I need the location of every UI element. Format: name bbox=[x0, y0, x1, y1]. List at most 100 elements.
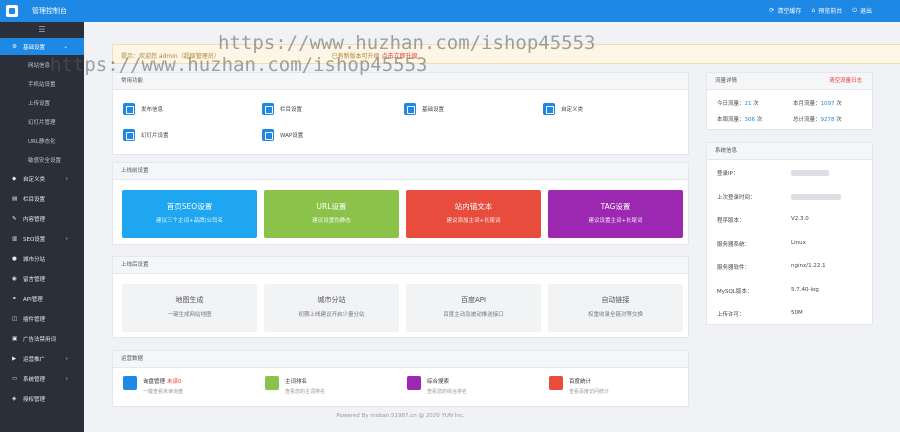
tag-icon: ◆ bbox=[12, 176, 17, 182]
sidebar-subitem[interactable]: 网站信息 bbox=[0, 55, 84, 74]
quick-label: WAP设置 bbox=[280, 133, 304, 139]
sidebar-subitem[interactable]: 上传设置 bbox=[0, 93, 84, 112]
ops-item[interactable]: 询盘管理 未读0 一键查看未读询盘 bbox=[123, 376, 183, 395]
ops-item-desc: 查看您的综合排名 bbox=[427, 389, 468, 395]
general-card[interactable]: 自动链接 权重收录全链对等交换 bbox=[548, 284, 683, 332]
sidebar-item[interactable]: ◆ 自定义类 › bbox=[0, 169, 84, 189]
sidebar-item-label: 栏目设置 bbox=[23, 197, 46, 203]
app-title: 管理控制台 bbox=[32, 7, 67, 15]
ops-item-title: 询盘管理 bbox=[143, 379, 166, 385]
ops-item-desc: 查看您的主词排名 bbox=[285, 389, 326, 395]
preview-button[interactable]: ⌂ 预览前台 bbox=[811, 6, 842, 15]
sidebar-item-label: 广告法禁用词 bbox=[23, 337, 57, 343]
quick-label: 发布信息 bbox=[141, 107, 164, 113]
message-icon: ◉ bbox=[12, 276, 17, 282]
sidebar-item-label: 留言管理 bbox=[23, 277, 46, 283]
quick-mobile[interactable]: WAP设置 bbox=[262, 129, 303, 141]
sidebar-item[interactable]: ◫ 插件管理 bbox=[0, 309, 84, 329]
chart-icon: ▥ bbox=[12, 236, 18, 242]
seo-card[interactable]: TAG设置 建议设置主词+长尾词 bbox=[548, 190, 683, 238]
general-card[interactable]: 地图生成 一键生成网站地图 bbox=[122, 284, 257, 332]
redacted-value bbox=[791, 170, 829, 176]
general-card-desc: 百度主动及被动推送接口 bbox=[443, 312, 504, 318]
sidebar-item[interactable]: ▣ 广告法禁用词 bbox=[0, 329, 84, 349]
sidebar: ☰ ⚙ 基础设置 ⌄ 网站信息 手机站设置 上传设置 幻灯片管理 URL静态化 敏感安全设… bbox=[0, 22, 84, 432]
general-card-desc: 权重收录全链对等交换 bbox=[587, 312, 643, 318]
ops-item-title: 综合搜索 bbox=[427, 379, 450, 385]
chevron-down-icon: ⌄ bbox=[63, 43, 68, 50]
sidebar-subitem[interactable]: 幻灯片管理 bbox=[0, 112, 84, 131]
seo-card-title: 首页SEO设置 bbox=[166, 202, 213, 211]
ops-item-desc: 一键查看未读询盘 bbox=[143, 389, 184, 395]
quick-custom[interactable]: 自定义类 bbox=[543, 103, 583, 115]
sidebar-item[interactable]: ◈ 授权管理 bbox=[0, 389, 84, 409]
sidebar-item-label: 自定义类 bbox=[23, 177, 46, 183]
general-card[interactable]: 百度API 百度主动及被动推送接口 bbox=[406, 284, 541, 332]
ops-title: 主词排名 bbox=[285, 377, 325, 385]
quick-title: 常用功能 bbox=[113, 73, 688, 90]
globe-icon: ● bbox=[12, 256, 17, 262]
sidebar-subitem[interactable]: URL静态化 bbox=[0, 131, 84, 150]
system-row: MySQL版本： 5.7.40-log bbox=[717, 287, 877, 295]
seo-card[interactable]: URL设置 建议设置伪静态 bbox=[264, 190, 399, 238]
sidebar-item-label: 城市分站 bbox=[23, 257, 46, 263]
sidebar-item-basic[interactable]: ⚙ 基础设置 ⌄ bbox=[0, 38, 84, 55]
system-value: nginx/1.22.1 bbox=[791, 263, 826, 269]
general-card[interactable]: 城市分站初期上线建议开启少量分站 bbox=[264, 284, 399, 332]
sidebar-item[interactable]: ⚭ API管理 bbox=[0, 289, 84, 309]
system-row: 程序版本： V2.3.0 bbox=[717, 216, 877, 224]
chevron-right-icon: › bbox=[65, 376, 68, 382]
ban-icon: ▣ bbox=[12, 336, 18, 342]
columns-icon bbox=[262, 103, 274, 115]
ops-item-title: 主词排名 bbox=[285, 379, 308, 385]
sidebar-item[interactable]: ● 城市分站 bbox=[0, 249, 84, 269]
ops-item[interactable]: 综合搜索查看您的综合排名 bbox=[407, 376, 467, 395]
ops-title: 综合搜索 bbox=[427, 377, 467, 385]
seo-card[interactable]: 站内锚文本 建议添加主词+长尾词 bbox=[406, 190, 541, 238]
quick-settings[interactable]: 基础设置 bbox=[404, 103, 444, 115]
ops-item[interactable]: 主词排名查看您的主词排名 bbox=[265, 376, 325, 395]
sidebar-item[interactable]: ✎ 内容管理 bbox=[0, 209, 84, 229]
sidebar-item-label: SEO设置 bbox=[23, 237, 46, 243]
sidebar-item-label: 插件管理 bbox=[23, 317, 46, 323]
quick-columns[interactable]: 栏目设置 bbox=[262, 103, 302, 115]
publish-icon bbox=[123, 103, 135, 115]
shield-icon: ◈ bbox=[12, 396, 17, 402]
traffic-title: 流量详情 bbox=[715, 78, 738, 84]
top-bar: 管理控制台 ⟳ 清空缓存 ⌂ 预览前台 ⏻ 退出 bbox=[0, 0, 900, 22]
sidebar-subitem[interactable]: 手机站设置 bbox=[0, 74, 84, 93]
ops-item[interactable]: 百度统计 查看百度访问统计 bbox=[549, 376, 609, 395]
stats-icon bbox=[549, 376, 563, 390]
refresh-icon: ⟳ bbox=[769, 7, 775, 14]
upgrade-link[interactable]: 点击立即升级 bbox=[382, 53, 418, 60]
general-card-desc: 初期上线建议开启少量分站 bbox=[298, 312, 365, 318]
month-traffic: 1097 bbox=[820, 101, 835, 107]
search-link-icon bbox=[407, 376, 421, 390]
general-card-title: 城市分站 bbox=[317, 296, 346, 304]
chevron-right-icon: › bbox=[65, 176, 68, 182]
seo-card[interactable]: 首页SEO设置 建议三个主词+品牌/公司名 bbox=[122, 190, 257, 238]
sidebar-item[interactable]: ▤ 栏目设置 bbox=[0, 189, 84, 209]
system-row: 服务器软件： nginx/1.22.1 bbox=[717, 263, 877, 271]
quick-label: 幻灯片设置 bbox=[141, 133, 169, 139]
monitor-icon: ▭ bbox=[12, 376, 18, 382]
clear-cache-button[interactable]: ⟳ 清空缓存 bbox=[769, 6, 801, 15]
sidebar-subitem[interactable]: 敏感安全设置 bbox=[0, 150, 84, 169]
ops-text: 综合搜索查看您的综合排名 bbox=[427, 376, 467, 395]
sidebar-item[interactable]: ▭ 系统管理 › bbox=[0, 369, 84, 389]
logout-button[interactable]: ⏻ 退出 bbox=[852, 6, 872, 16]
top-actions: ⟳ 清空缓存 ⌂ 预览前台 ⏻ 退出 bbox=[769, 6, 872, 16]
sidebar-item-label: 授权管理 bbox=[23, 397, 46, 403]
edit-icon: ✎ bbox=[12, 216, 17, 222]
general-card-desc: 一键生成网站地图 bbox=[167, 312, 212, 318]
quick-slides[interactable]: 幻灯片设置 bbox=[123, 129, 169, 141]
seo-card-title: URL设置 bbox=[316, 202, 347, 211]
sidebar-item[interactable]: ◉ 留言管理 bbox=[0, 269, 84, 289]
system-row: 上传许可： 50M bbox=[717, 310, 877, 318]
menu-toggle-icon[interactable]: ☰ bbox=[0, 22, 84, 38]
quick-publish[interactable]: 发布信息 bbox=[123, 103, 163, 115]
sidebar-item[interactable]: ▶ 运营推广 › bbox=[0, 349, 84, 369]
ops-text: 询盘管理 未读0 一键查看未读询盘 bbox=[143, 376, 183, 395]
sidebar-item[interactable]: ▥ SEO设置 › bbox=[0, 229, 84, 249]
clear-traffic-link[interactable]: 清空流量日志 bbox=[829, 73, 862, 90]
